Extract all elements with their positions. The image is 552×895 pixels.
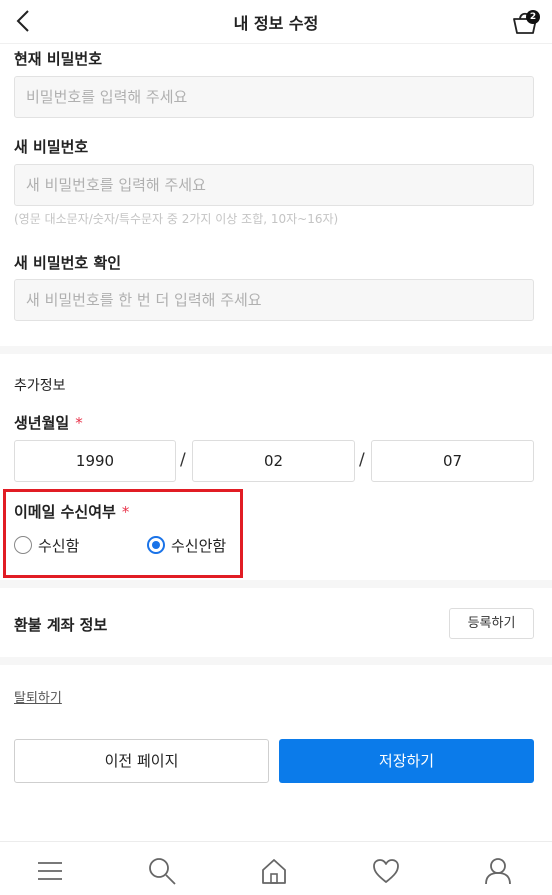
heart-icon xyxy=(373,859,399,883)
required-mark: * xyxy=(75,414,83,432)
section-divider xyxy=(0,346,552,354)
top-header: 내 정보 수정 2 xyxy=(0,0,552,44)
tab-wishlist[interactable] xyxy=(371,856,401,886)
extra-info-title: 추가정보 xyxy=(14,378,66,394)
birthday-label: 생년월일 * xyxy=(14,412,83,433)
birthday-label-text: 생년월일 xyxy=(14,414,70,432)
page-title: 내 정보 수정 xyxy=(233,14,319,33)
birth-year-field[interactable]: 1990 xyxy=(14,440,176,482)
new-password-label: 새 비밀번호 xyxy=(14,138,89,156)
section-divider xyxy=(0,657,552,665)
cart-button[interactable]: 2 xyxy=(510,7,540,37)
bottom-tab-bar xyxy=(0,841,552,895)
confirm-password-input[interactable] xyxy=(14,279,534,321)
search-icon xyxy=(149,858,176,885)
date-separator: / xyxy=(359,450,365,470)
email-opt-no-radio[interactable]: 수신안함 xyxy=(147,534,226,556)
tab-search[interactable] xyxy=(147,856,177,886)
email-opt-yes-radio[interactable]: 수신함 xyxy=(14,534,79,556)
tab-menu[interactable] xyxy=(35,856,65,886)
email-opt-no-label: 수신안함 xyxy=(171,536,227,555)
withdraw-link[interactable]: 탈퇴하기 xyxy=(14,687,62,706)
cart-count-badge: 2 xyxy=(526,10,540,24)
email-opt-label: 이메일 수신여부 * xyxy=(14,501,129,522)
birth-month-field[interactable]: 02 xyxy=(192,440,355,482)
current-password-input[interactable] xyxy=(14,76,534,118)
birth-day-field[interactable]: 07 xyxy=(371,440,534,482)
email-opt-label-text: 이메일 수신여부 xyxy=(14,503,116,521)
email-opt-yes-label: 수신함 xyxy=(38,536,80,555)
date-separator: / xyxy=(180,450,186,470)
radio-checked-icon xyxy=(147,536,165,554)
new-password-input[interactable] xyxy=(14,164,534,206)
tab-home[interactable] xyxy=(259,856,289,886)
section-divider xyxy=(0,580,552,588)
confirm-password-label: 새 비밀번호 확인 xyxy=(14,254,122,272)
menu-icon xyxy=(38,862,62,880)
required-mark: * xyxy=(121,503,130,521)
user-icon xyxy=(485,858,511,885)
previous-page-button[interactable]: 이전 페이지 xyxy=(14,739,269,783)
save-button[interactable]: 저장하기 xyxy=(279,739,534,783)
password-rule-hint: (영문 대소문자/숫자/특수문자 중 2가지 이상 조합, 10자~16자) xyxy=(14,212,339,226)
home-icon xyxy=(262,859,286,884)
radio-unchecked-icon xyxy=(14,536,32,554)
refund-account-title: 환불 계좌 정보 xyxy=(14,616,108,634)
register-account-button[interactable]: 등록하기 xyxy=(449,608,534,639)
current-password-label: 현재 비밀번호 xyxy=(14,50,103,68)
tab-my-page[interactable] xyxy=(483,856,513,886)
